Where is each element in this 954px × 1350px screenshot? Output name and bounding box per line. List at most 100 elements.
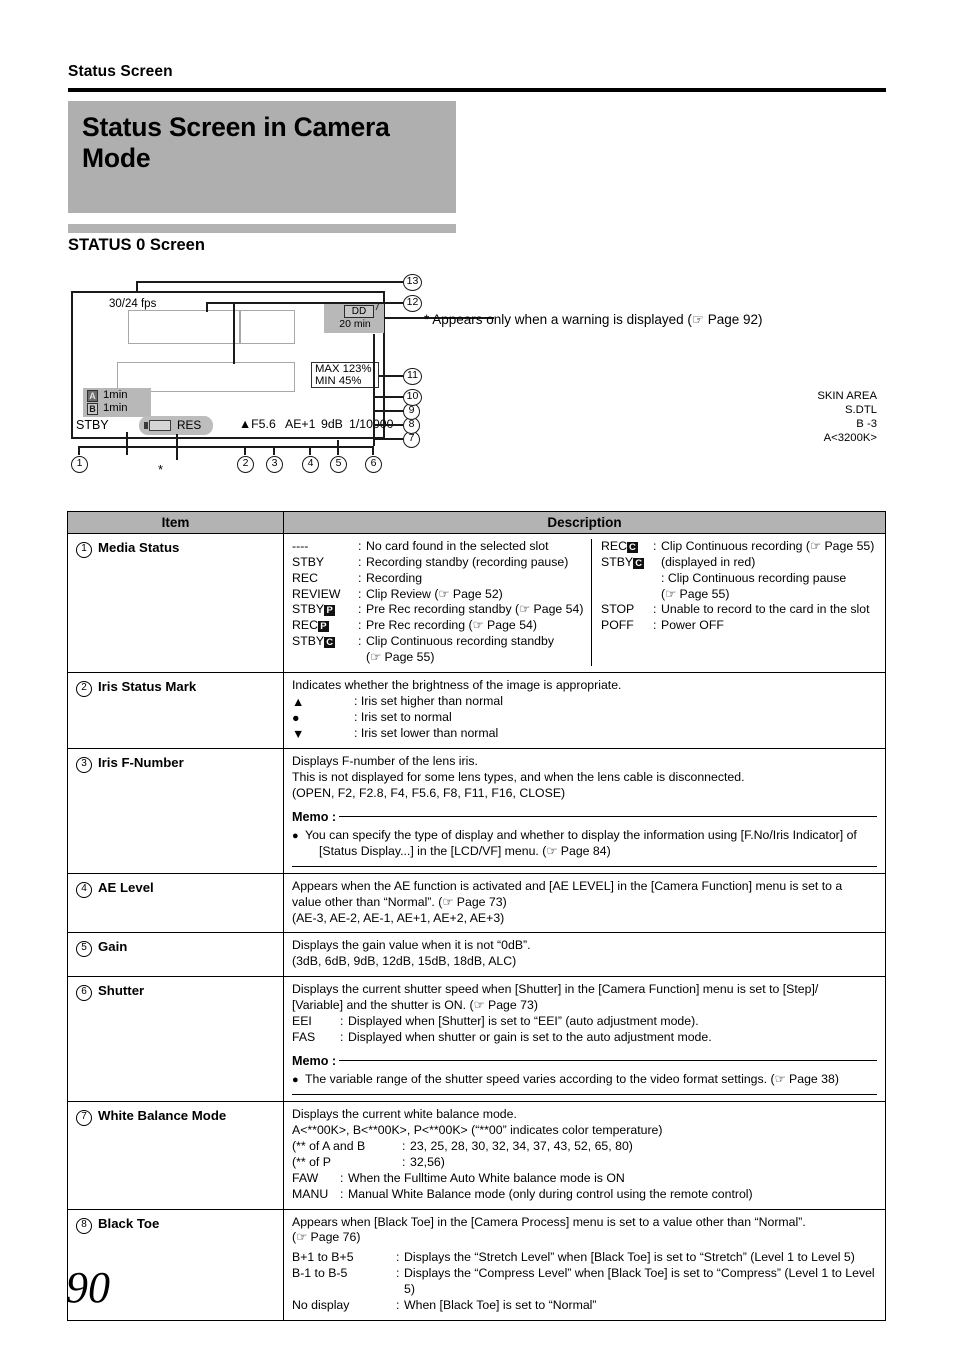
row-description-cell: ----: No card found in the selected slot … — [284, 534, 885, 672]
callout-1: 1 — [71, 456, 88, 473]
page-title: Status Screen in Camera Mode — [82, 112, 390, 174]
manual-page: Status Screen Status Screen in Camera Mo… — [0, 0, 954, 1350]
key: (** of P — [292, 1154, 331, 1169]
media-slot-block: A B 1min 1min — [83, 388, 151, 417]
leader-13-tail — [385, 281, 403, 283]
list-item: ▼: Iris set lower than normal — [292, 726, 877, 742]
colon: : — [340, 1029, 344, 1044]
value: : Iris set to normal — [354, 709, 452, 724]
list-item: ●: Iris set to normal — [292, 710, 877, 726]
tick-2 — [244, 446, 246, 455]
value: Displays the “Stretch Level” when [Black… — [404, 1250, 855, 1265]
item-number: 7 — [76, 1110, 92, 1127]
value: Pre Rec recording (☞ Page 54) — [366, 618, 537, 633]
bullet-icon: ● — [292, 829, 299, 842]
colon: : — [358, 634, 362, 649]
value: Displays the “Compress Level” when [Blac… — [404, 1266, 875, 1296]
desc-line: Displays the gain value when it is not “… — [292, 938, 531, 953]
section-accent-bar — [68, 224, 456, 233]
callout-4: 4 — [302, 456, 319, 473]
black-toe-label: B -3 — [856, 418, 877, 430]
key: REC — [292, 570, 318, 585]
value: : Iris set higher than normal — [354, 693, 503, 708]
colon: : — [358, 570, 362, 585]
leader-13-v — [136, 281, 138, 293]
key: STBY C — [601, 555, 653, 571]
slot-b-time: 1min — [103, 402, 128, 414]
media-status-right-list: REC C: Clip Continuous recording (☞ Page 5… — [591, 539, 877, 666]
memo-header: Memo : — [292, 1053, 877, 1069]
clip-continuous-tag-icon: C — [626, 542, 638, 553]
key: (** of A and B — [292, 1139, 366, 1154]
desc-line: [Variable] and the shutter is ON. (☞ Pag… — [292, 998, 538, 1013]
tick-6 — [372, 446, 374, 455]
key — [601, 571, 653, 587]
callout-3: 3 — [266, 456, 283, 473]
value: Power OFF — [661, 618, 724, 633]
value: : Clip Continuous recording pause — [661, 570, 847, 585]
list-item: MANU: Manual White Balance mode (only dur… — [292, 1187, 877, 1203]
row-item-cell: 6 Shutter — [68, 977, 284, 1102]
fps-label: 30/24 fps — [109, 298, 157, 310]
iris-down-icon: ▼ — [292, 726, 305, 741]
figure-asterisk: * — [158, 462, 164, 477]
colon: : — [340, 1186, 344, 1201]
value: Unable to record to the card in the slot — [661, 602, 870, 617]
list-item: FAS: Displayed when shutter or gain is se… — [292, 1030, 877, 1046]
page-number: 90 — [66, 1263, 110, 1312]
row-description-cell: Displays the current white balance mode.… — [284, 1102, 885, 1208]
key: REC C — [601, 539, 653, 555]
value: (displayed in red) — [661, 554, 756, 569]
status-items-table: Item Description 1 Media Status ----: No c… — [67, 511, 886, 1321]
key: B+1 to B+5 — [292, 1250, 354, 1265]
table-header-row: Item Description — [68, 512, 885, 533]
memo-body: ● You can specify the type of display an… — [292, 828, 877, 860]
value: (☞ Page 55) — [661, 586, 730, 601]
header-rule — [68, 88, 886, 92]
memo-text: The variable range of the shutter speed … — [305, 1071, 839, 1086]
row-item-cell: 5 Gain — [68, 933, 284, 977]
table-row: 8 Black Toe Appears when [Black Toe] in t… — [68, 1208, 885, 1320]
value: 32,56) — [410, 1154, 445, 1169]
value: Clip Continuous recording (☞ Page 55) — [661, 539, 875, 553]
colon: : — [340, 1013, 344, 1028]
list-item: POFF: Power OFF — [601, 618, 877, 634]
row-description-cell: Appears when [Black Toe] in the [Camera … — [284, 1210, 885, 1320]
memo-block: Memo : ● You can specify the type of dis… — [292, 809, 877, 867]
key: EEI — [292, 1013, 312, 1028]
row-item-cell: 3 Iris F-Number — [68, 749, 284, 873]
desc-line: Displays the current white balance mode. — [292, 1107, 517, 1122]
status-screen-figure: 30/24 fps DD 20 min MAX 123% MIN 45% SKI… — [66, 272, 886, 502]
item-name: White Balance Mode — [98, 1108, 227, 1124]
warning-note: * Appears only when a warning is display… — [424, 312, 763, 327]
key: POFF — [601, 618, 634, 633]
key: REC P — [292, 618, 358, 634]
media-status-left-list: ----: No card found in the selected slot … — [292, 539, 591, 666]
table-row: 1 Media Status ----: No card found in the … — [68, 533, 885, 672]
callout-12: 12 — [403, 295, 422, 312]
key: FAS — [292, 1029, 316, 1044]
leader-11 — [379, 375, 403, 377]
key: ---- — [292, 539, 309, 553]
leader-12-h — [206, 302, 403, 304]
figure-placeholder-box-1 — [128, 310, 240, 344]
leader-right-spine — [373, 334, 375, 446]
colon: : — [402, 1139, 406, 1154]
row-description-cell: Displays the gain value when it is not “… — [284, 933, 885, 976]
table-row: 5 Gain Displays the gain value when it is… — [68, 932, 885, 977]
item-name: Media Status — [98, 540, 180, 555]
value: Recording — [366, 570, 423, 585]
row-item-cell: 2 Iris Status Mark — [68, 672, 284, 749]
key: STBY — [292, 554, 325, 569]
item-number: 1 — [76, 542, 92, 558]
memo-rule — [339, 1060, 877, 1062]
table-row: 3 Iris F-Number Displays F-number of the … — [68, 748, 885, 873]
item-name: Iris F-Number — [98, 755, 184, 771]
key: No display — [292, 1297, 350, 1312]
desc-line: (OPEN, F2, F2.8, F4, F5.6, F8, F11, F16,… — [292, 785, 566, 800]
key: MANU — [292, 1186, 329, 1201]
key-text: STBY — [601, 554, 634, 569]
